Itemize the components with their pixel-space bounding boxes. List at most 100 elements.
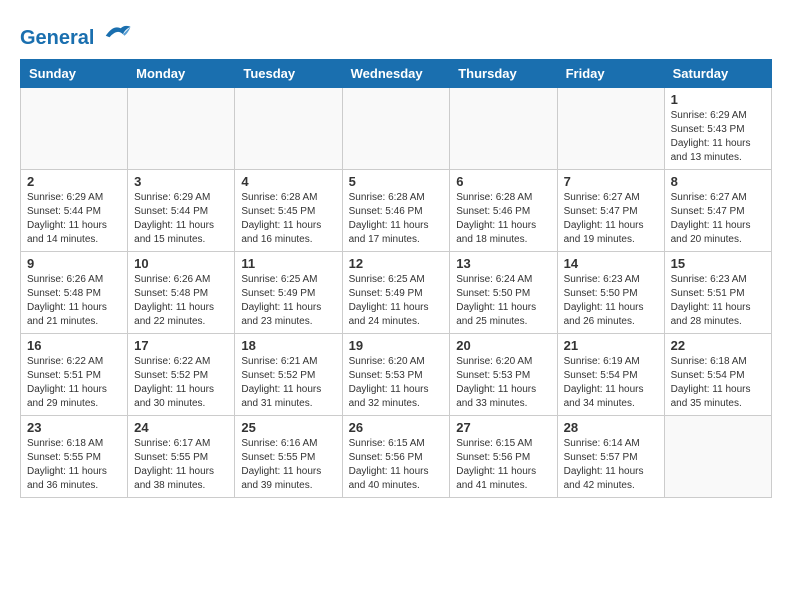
day-number: 10	[134, 256, 228, 271]
weekday-header-wednesday: Wednesday	[342, 60, 450, 88]
day-cell: 26 Sunrise: 6:15 AM Sunset: 5:56 PM Dayli…	[342, 416, 450, 498]
day-cell: 23Sunrise: 6:18 AM Sunset: 5:55 PM Dayli…	[21, 416, 128, 498]
weekday-header-saturday: Saturday	[664, 60, 771, 88]
day-number: 20	[456, 338, 550, 353]
day-cell	[128, 88, 235, 170]
day-cell: 9 Sunrise: 6:26 AM Sunset: 5:48 PM Daylig…	[21, 252, 128, 334]
day-info: Sunrise: 6:28 AM Sunset: 5:46 PM Dayligh…	[456, 191, 550, 247]
day-cell: 10 Sunrise: 6:26 AM Sunset: 5:48 PM Dayli…	[128, 252, 235, 334]
day-info: Sunrise: 6:29 AM Sunset: 5:44 PM Dayligh…	[27, 191, 121, 247]
weekday-header-tuesday: Tuesday	[235, 60, 342, 88]
day-info: Sunrise: 6:14 AM Sunset: 5:57 PM Dayligh…	[564, 437, 658, 493]
day-cell: 25 Sunrise: 6:16 AM Sunset: 5:55 PM Dayli…	[235, 416, 342, 498]
day-number: 23	[27, 420, 121, 435]
day-number: 15	[671, 256, 765, 271]
day-info: Sunrise: 6:22 AM Sunset: 5:52 PM Dayligh…	[134, 355, 228, 411]
day-info: Sunrise: 6:23 AM Sunset: 5:50 PM Dayligh…	[564, 273, 658, 329]
day-cell: 3 Sunrise: 6:29 AM Sunset: 5:44 PM Daylig…	[128, 170, 235, 252]
day-info: Sunrise: 6:20 AM Sunset: 5:53 PM Dayligh…	[349, 355, 444, 411]
day-info: Sunrise: 6:20 AM Sunset: 5:53 PM Dayligh…	[456, 355, 550, 411]
day-cell: 17 Sunrise: 6:22 AM Sunset: 5:52 PM Dayli…	[128, 334, 235, 416]
day-number: 27	[456, 420, 550, 435]
day-info: Sunrise: 6:21 AM Sunset: 5:52 PM Dayligh…	[241, 355, 335, 411]
day-cell: 13 Sunrise: 6:24 AM Sunset: 5:50 PM Dayli…	[450, 252, 557, 334]
logo-text: General	[20, 20, 132, 49]
day-info: Sunrise: 6:25 AM Sunset: 5:49 PM Dayligh…	[241, 273, 335, 329]
day-cell	[21, 88, 128, 170]
day-info: Sunrise: 6:18 AM Sunset: 5:54 PM Dayligh…	[671, 355, 765, 411]
calendar-body: 1 Sunrise: 6:29 AM Sunset: 5:43 PM Daylig…	[21, 88, 772, 498]
day-number: 18	[241, 338, 335, 353]
day-cell	[557, 88, 664, 170]
day-number: 9	[27, 256, 121, 271]
day-cell	[664, 416, 771, 498]
day-cell: 28 Sunrise: 6:14 AM Sunset: 5:57 PM Dayli…	[557, 416, 664, 498]
day-info: Sunrise: 6:23 AM Sunset: 5:51 PM Dayligh…	[671, 273, 765, 329]
day-info: Sunrise: 6:29 AM Sunset: 5:44 PM Dayligh…	[134, 191, 228, 247]
day-cell: 2 Sunrise: 6:29 AM Sunset: 5:44 PM Daylig…	[21, 170, 128, 252]
day-cell: 14 Sunrise: 6:23 AM Sunset: 5:50 PM Dayli…	[557, 252, 664, 334]
day-info: Sunrise: 6:25 AM Sunset: 5:49 PM Dayligh…	[349, 273, 444, 329]
day-number: 7	[564, 174, 658, 189]
day-info: Sunrise: 6:27 AM Sunset: 5:47 PM Dayligh…	[564, 191, 658, 247]
day-info: Sunrise: 6:17 AM Sunset: 5:55 PM Dayligh…	[134, 437, 228, 493]
day-cell: 24 Sunrise: 6:17 AM Sunset: 5:55 PM Dayli…	[128, 416, 235, 498]
day-cell: 27 Sunrise: 6:15 AM Sunset: 5:56 PM Dayli…	[450, 416, 557, 498]
day-info: Sunrise: 6:28 AM Sunset: 5:46 PM Dayligh…	[349, 191, 444, 247]
day-info: Sunrise: 6:26 AM Sunset: 5:48 PM Dayligh…	[27, 273, 121, 329]
weekday-header-friday: Friday	[557, 60, 664, 88]
day-number: 24	[134, 420, 228, 435]
week-row-0: 1 Sunrise: 6:29 AM Sunset: 5:43 PM Daylig…	[21, 88, 772, 170]
day-number: 19	[349, 338, 444, 353]
day-cell: 20 Sunrise: 6:20 AM Sunset: 5:53 PM Dayli…	[450, 334, 557, 416]
day-number: 14	[564, 256, 658, 271]
day-info: Sunrise: 6:29 AM Sunset: 5:43 PM Dayligh…	[671, 109, 765, 165]
day-number: 5	[349, 174, 444, 189]
day-number: 2	[27, 174, 121, 189]
day-cell	[235, 88, 342, 170]
weekday-header-monday: Monday	[128, 60, 235, 88]
day-number: 13	[456, 256, 550, 271]
header: General	[20, 20, 772, 49]
day-cell: 8 Sunrise: 6:27 AM Sunset: 5:47 PM Daylig…	[664, 170, 771, 252]
day-cell: 18 Sunrise: 6:21 AM Sunset: 5:52 PM Dayli…	[235, 334, 342, 416]
day-number: 1	[671, 92, 765, 107]
day-number: 11	[241, 256, 335, 271]
day-number: 4	[241, 174, 335, 189]
day-info: Sunrise: 6:16 AM Sunset: 5:55 PM Dayligh…	[241, 437, 335, 493]
day-cell: 4Sunrise: 6:28 AM Sunset: 5:45 PM Daylig…	[235, 170, 342, 252]
day-number: 26	[349, 420, 444, 435]
day-cell: 11 Sunrise: 6:25 AM Sunset: 5:49 PM Dayli…	[235, 252, 342, 334]
day-cell: 21Sunrise: 6:19 AM Sunset: 5:54 PM Dayli…	[557, 334, 664, 416]
day-info: Sunrise: 6:26 AM Sunset: 5:48 PM Dayligh…	[134, 273, 228, 329]
day-info: Sunrise: 6:15 AM Sunset: 5:56 PM Dayligh…	[349, 437, 444, 493]
logo-bird-icon	[102, 20, 132, 44]
day-cell: 22 Sunrise: 6:18 AM Sunset: 5:54 PM Dayli…	[664, 334, 771, 416]
day-number: 17	[134, 338, 228, 353]
day-number: 8	[671, 174, 765, 189]
weekday-header-row: SundayMondayTuesdayWednesdayThursdayFrid…	[21, 60, 772, 88]
day-cell: 5 Sunrise: 6:28 AM Sunset: 5:46 PM Daylig…	[342, 170, 450, 252]
day-cell: 16 Sunrise: 6:22 AM Sunset: 5:51 PM Dayli…	[21, 334, 128, 416]
day-cell	[450, 88, 557, 170]
week-row-4: 23Sunrise: 6:18 AM Sunset: 5:55 PM Dayli…	[21, 416, 772, 498]
day-number: 12	[349, 256, 444, 271]
day-number: 21	[564, 338, 658, 353]
logo: General	[20, 20, 132, 49]
day-number: 28	[564, 420, 658, 435]
day-number: 16	[27, 338, 121, 353]
week-row-1: 2 Sunrise: 6:29 AM Sunset: 5:44 PM Daylig…	[21, 170, 772, 252]
calendar: SundayMondayTuesdayWednesdayThursdayFrid…	[20, 59, 772, 498]
day-cell: 7 Sunrise: 6:27 AM Sunset: 5:47 PM Daylig…	[557, 170, 664, 252]
day-number: 3	[134, 174, 228, 189]
day-number: 22	[671, 338, 765, 353]
day-info: Sunrise: 6:24 AM Sunset: 5:50 PM Dayligh…	[456, 273, 550, 329]
day-number: 6	[456, 174, 550, 189]
day-info: Sunrise: 6:27 AM Sunset: 5:47 PM Dayligh…	[671, 191, 765, 247]
day-info: Sunrise: 6:22 AM Sunset: 5:51 PM Dayligh…	[27, 355, 121, 411]
week-row-2: 9 Sunrise: 6:26 AM Sunset: 5:48 PM Daylig…	[21, 252, 772, 334]
day-number: 25	[241, 420, 335, 435]
day-info: Sunrise: 6:15 AM Sunset: 5:56 PM Dayligh…	[456, 437, 550, 493]
weekday-header-sunday: Sunday	[21, 60, 128, 88]
week-row-3: 16 Sunrise: 6:22 AM Sunset: 5:51 PM Dayli…	[21, 334, 772, 416]
